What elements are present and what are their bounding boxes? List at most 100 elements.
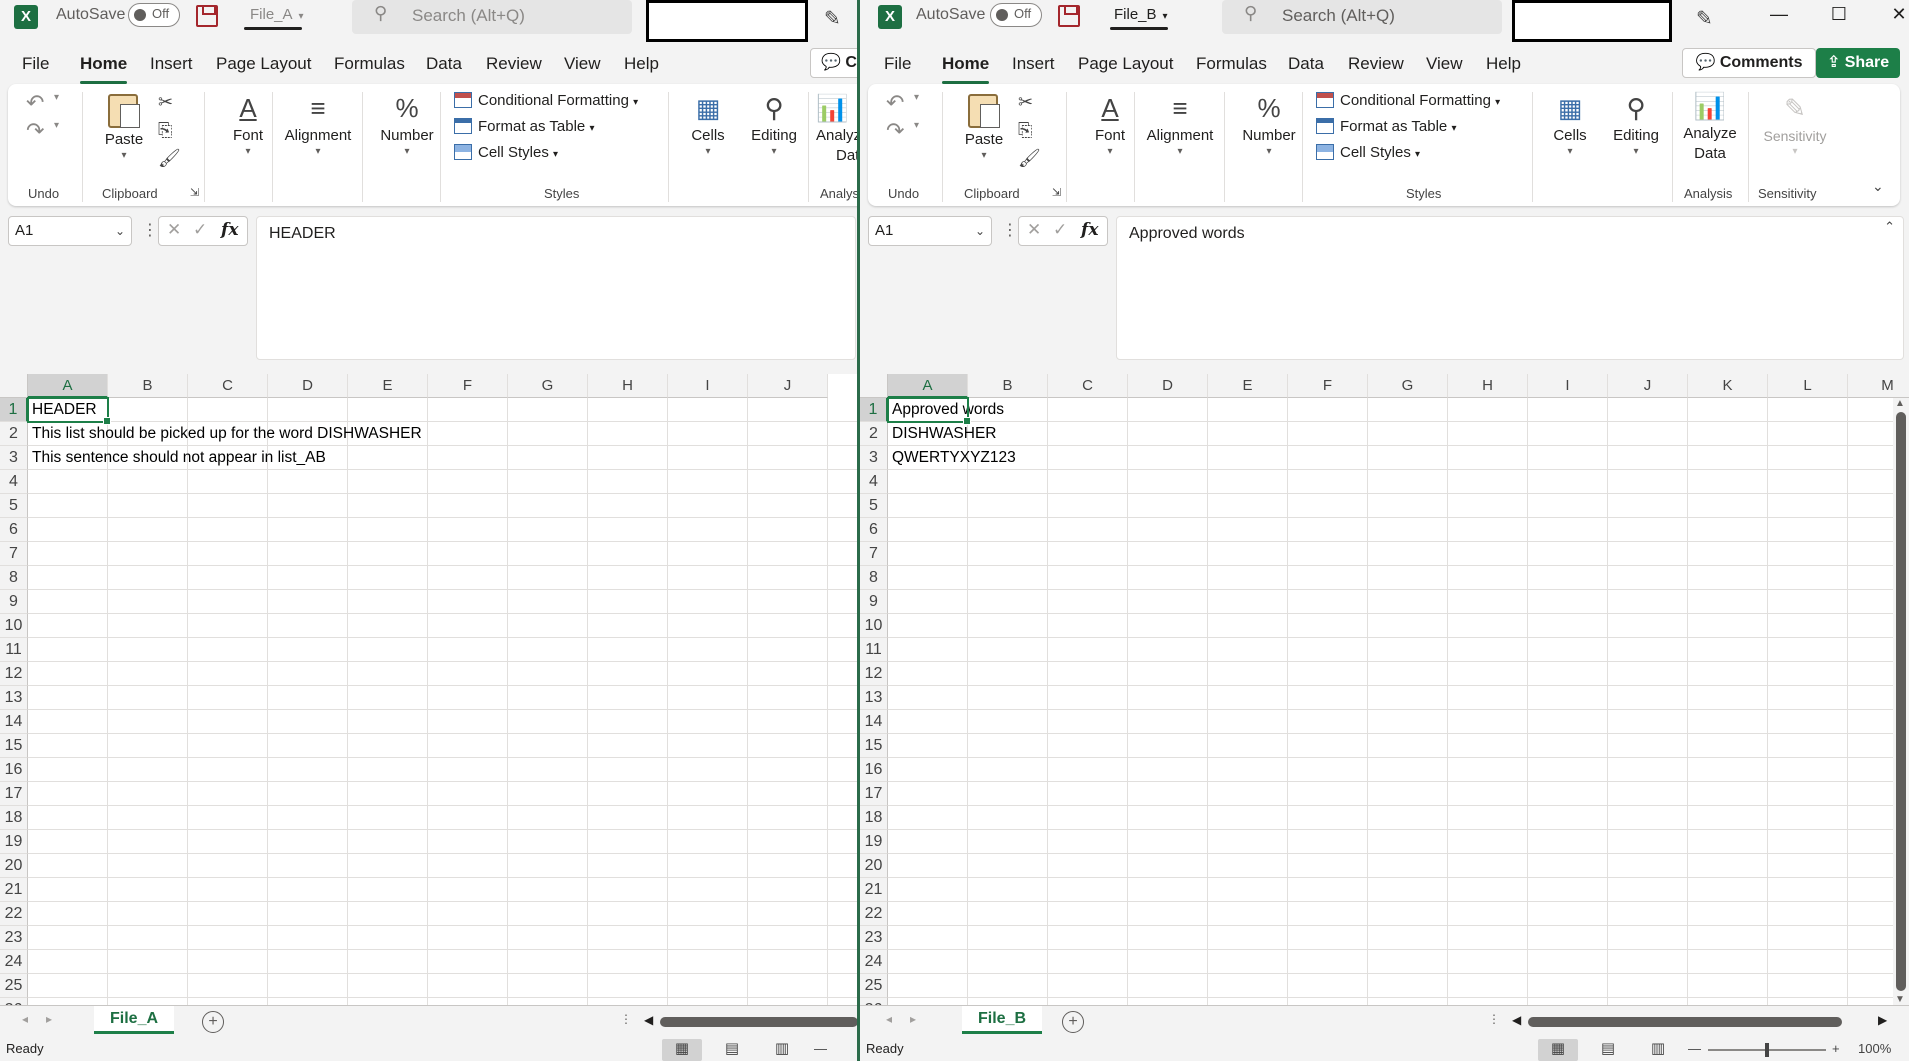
menu-view[interactable]: View bbox=[564, 54, 601, 74]
menu-insert[interactable]: Insert bbox=[1012, 54, 1055, 74]
zoom-out-icon[interactable]: — bbox=[814, 1041, 827, 1056]
chevron-up-icon[interactable]: ⌃ bbox=[1884, 219, 1895, 235]
row-header-2[interactable]: 2 bbox=[860, 422, 888, 446]
analyze-data-button[interactable]: 📊 Analyz Data bbox=[816, 90, 858, 166]
paste-button[interactable]: Paste ▾ bbox=[954, 90, 1014, 161]
column-header-h[interactable]: H bbox=[1448, 374, 1528, 398]
more-options-icon[interactable]: ⋮ bbox=[142, 220, 158, 240]
undo-icon[interactable]: ↶ bbox=[886, 90, 904, 116]
column-header-b[interactable]: B bbox=[108, 374, 188, 398]
font-button[interactable]: A Font ▾ bbox=[1080, 90, 1140, 157]
cell-a2[interactable]: This list should be picked up for the wo… bbox=[28, 422, 422, 446]
next-sheet-icon[interactable]: ▸ bbox=[910, 1012, 916, 1026]
scroll-thumb[interactable] bbox=[1896, 412, 1906, 991]
cells-button[interactable]: ▦ Cells ▾ bbox=[1542, 90, 1598, 157]
menu-review[interactable]: Review bbox=[486, 54, 542, 74]
collapse-ribbon-icon[interactable]: ⌄ bbox=[1872, 178, 1884, 195]
row-header-15[interactable]: 15 bbox=[860, 734, 888, 758]
row-header-16[interactable]: 16 bbox=[860, 758, 888, 782]
search-box[interactable]: ⚲ Search (Alt+Q) bbox=[1222, 0, 1502, 34]
selected-cell[interactable] bbox=[887, 397, 971, 425]
save-icon[interactable] bbox=[1058, 5, 1080, 27]
menu-insert[interactable]: Insert bbox=[150, 54, 193, 74]
cut-icon[interactable]: ✂ bbox=[1018, 92, 1033, 113]
autosave-toggle[interactable]: Off bbox=[128, 3, 180, 27]
menu-page-layout[interactable]: Page Layout bbox=[1078, 54, 1173, 74]
row-header-9[interactable]: 9 bbox=[0, 590, 28, 614]
row-header-4[interactable]: 4 bbox=[0, 470, 28, 494]
row-header-19[interactable]: 19 bbox=[860, 830, 888, 854]
sheet-tab-file-a[interactable]: File_A bbox=[94, 1006, 175, 1034]
comments-button[interactable]: 💬 Co bbox=[810, 48, 858, 78]
row-header-5[interactable]: 5 bbox=[0, 494, 28, 518]
column-header-a[interactable]: A bbox=[28, 374, 108, 398]
row-header-18[interactable]: 18 bbox=[860, 806, 888, 830]
minimize-icon[interactable]: — bbox=[1764, 4, 1794, 25]
prev-sheet-icon[interactable]: ◂ bbox=[886, 1012, 892, 1026]
row-header-11[interactable]: 11 bbox=[860, 638, 888, 662]
save-icon[interactable] bbox=[196, 5, 218, 27]
format-painter-icon[interactable]: 🖌 bbox=[1018, 148, 1041, 169]
row-header-23[interactable]: 23 bbox=[860, 926, 888, 950]
zoom-out-icon[interactable]: — bbox=[1688, 1041, 1701, 1056]
add-sheet-icon[interactable]: + bbox=[202, 1011, 224, 1033]
spreadsheet-grid[interactable]: A B C D E F G H I J 1 2 3 4 5 6 7 8 9 10 11 12 13 14 15 16 17 18 19 2… bbox=[0, 374, 858, 1005]
menu-home[interactable]: Home bbox=[80, 54, 128, 84]
row-header-21[interactable]: 21 bbox=[860, 878, 888, 902]
paste-button[interactable]: Paste ▾ bbox=[94, 90, 154, 161]
editing-button[interactable]: ⚲ Editing ▾ bbox=[742, 90, 806, 157]
column-header-g[interactable]: G bbox=[1368, 374, 1448, 398]
zoom-level[interactable]: 100% bbox=[1858, 1041, 1891, 1056]
scroll-thumb[interactable] bbox=[660, 1017, 858, 1027]
cells-button[interactable]: ▦ Cells ▾ bbox=[680, 90, 736, 157]
prev-sheet-icon[interactable]: ◂ bbox=[22, 1012, 28, 1026]
file-name-button[interactable]: File_A ▾ bbox=[250, 6, 304, 23]
menu-data[interactable]: Data bbox=[426, 54, 462, 74]
cell-styles-button[interactable]: Cell Styles ▾ bbox=[1316, 144, 1420, 161]
row-header-6[interactable]: 6 bbox=[860, 518, 888, 542]
column-header-j[interactable]: J bbox=[1608, 374, 1688, 398]
menu-formulas[interactable]: Formulas bbox=[334, 54, 405, 74]
column-header-k[interactable]: K bbox=[1688, 374, 1768, 398]
row-header-19[interactable]: 19 bbox=[0, 830, 28, 854]
menu-home[interactable]: Home bbox=[942, 54, 990, 84]
insert-function-icon[interactable]: fx bbox=[1081, 220, 1098, 240]
number-button[interactable]: % Number ▾ bbox=[1234, 90, 1304, 157]
more-options-icon[interactable]: ⋮ bbox=[1002, 220, 1018, 240]
row-header-17[interactable]: 17 bbox=[0, 782, 28, 806]
cut-icon[interactable]: ✂ bbox=[158, 92, 173, 113]
row-header-13[interactable]: 13 bbox=[0, 686, 28, 710]
row-header-25[interactable]: 25 bbox=[860, 974, 888, 998]
alignment-button[interactable]: ≡ Alignment ▾ bbox=[1140, 90, 1220, 157]
row-header-22[interactable]: 22 bbox=[0, 902, 28, 926]
format-as-table-button[interactable]: Format as Table ▾ bbox=[454, 118, 594, 135]
row-header-12[interactable]: 12 bbox=[0, 662, 28, 686]
row-header-12[interactable]: 12 bbox=[860, 662, 888, 686]
menu-page-layout[interactable]: Page Layout bbox=[216, 54, 311, 74]
column-header-a[interactable]: A bbox=[888, 374, 968, 398]
autosave-toggle[interactable]: Off bbox=[990, 3, 1042, 27]
column-header-l[interactable]: L bbox=[1768, 374, 1848, 398]
undo-dropdown-icon[interactable]: ▾ bbox=[914, 92, 919, 103]
row-header-4[interactable]: 4 bbox=[860, 470, 888, 494]
column-header-e[interactable]: E bbox=[1208, 374, 1288, 398]
column-header-f[interactable]: F bbox=[1288, 374, 1368, 398]
column-header-h[interactable]: H bbox=[588, 374, 668, 398]
row-header-8[interactable]: 8 bbox=[0, 566, 28, 590]
formula-input[interactable]: HEADER bbox=[256, 216, 856, 360]
conditional-formatting-button[interactable]: Conditional Formatting ▾ bbox=[454, 92, 638, 109]
menu-help[interactable]: Help bbox=[1486, 54, 1521, 74]
horizontal-scrollbar[interactable]: ◀ ▶ bbox=[1512, 1013, 1892, 1028]
name-box[interactable]: A1 ⌄ bbox=[868, 216, 992, 246]
horizontal-scrollbar[interactable]: ◀ bbox=[644, 1013, 858, 1028]
row-header-1[interactable]: 1 bbox=[860, 398, 888, 422]
row-header-9[interactable]: 9 bbox=[860, 590, 888, 614]
row-header-24[interactable]: 24 bbox=[0, 950, 28, 974]
share-button[interactable]: ⇪ Share bbox=[1816, 48, 1900, 78]
column-header-g[interactable]: G bbox=[508, 374, 588, 398]
row-header-24[interactable]: 24 bbox=[860, 950, 888, 974]
maximize-icon[interactable]: ☐ bbox=[1824, 4, 1854, 25]
menu-formulas[interactable]: Formulas bbox=[1196, 54, 1267, 74]
column-header-m[interactable]: M bbox=[1848, 374, 1909, 398]
row-header-23[interactable]: 23 bbox=[0, 926, 28, 950]
